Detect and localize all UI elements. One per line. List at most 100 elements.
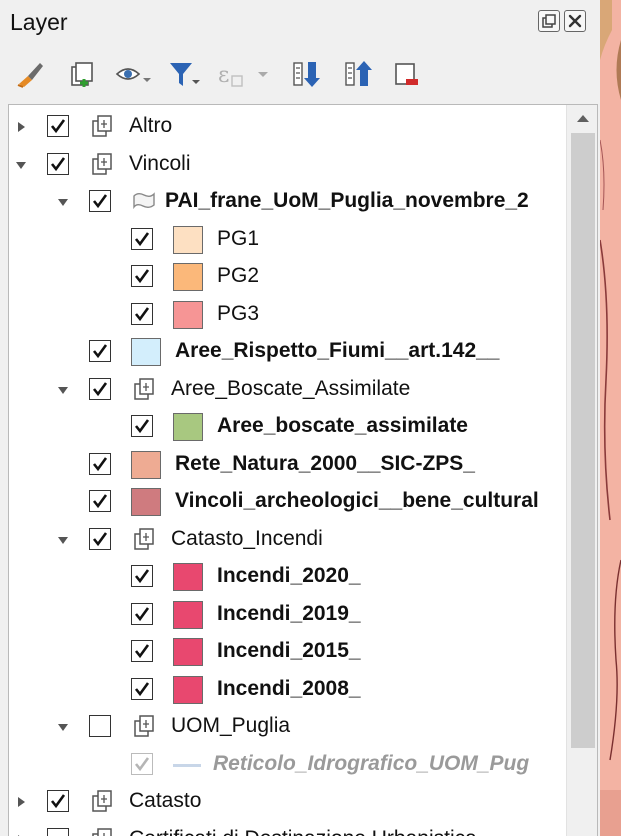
tree-row-incendi-2019[interactable]: Incendi_2019_ <box>9 597 564 633</box>
float-panel-button[interactable] <box>538 10 560 32</box>
tree-row-reticolo-idrografico-uom-pug[interactable]: Reticolo_Idrografico_UOM_Pug <box>9 747 564 783</box>
visibility-checkbox[interactable] <box>47 152 69 175</box>
tree-row-uom-puglia[interactable]: UOM_Puglia <box>9 709 564 745</box>
tree-row-rete-natura-2000-sic-zps[interactable]: Rete_Natura_2000__SIC-ZPS_ <box>9 447 564 483</box>
layer-label: Aree_Boscate_Assimilate <box>171 376 411 400</box>
scrollbar-thumb[interactable] <box>571 133 595 748</box>
visibility-checkbox[interactable] <box>89 190 111 212</box>
layer-label: Vincoli <box>129 151 191 175</box>
tree-row-pg3[interactable]: PG3 <box>9 297 564 333</box>
expanded-arrow-icon[interactable] <box>57 534 69 546</box>
visibility-checkbox[interactable] <box>47 115 69 137</box>
visibility-checkbox[interactable] <box>89 715 111 737</box>
legend-swatch <box>131 338 161 366</box>
group-icon <box>89 788 115 814</box>
legend-swatch <box>173 563 203 591</box>
layer-label: Catasto <box>129 789 202 812</box>
expanded-arrow-icon[interactable] <box>57 721 69 733</box>
filter-icon[interactable] <box>166 58 200 90</box>
tree-row-incendi-2015[interactable]: Incendi_2015_ <box>9 634 564 670</box>
tree-row-incendi-2020[interactable]: Incendi_2020_ <box>9 559 564 595</box>
visibility-eye-icon[interactable] <box>114 58 151 90</box>
tree-row-vincoli[interactable]: Vincoli <box>9 147 564 183</box>
layer-label: Incendi_2020_ <box>217 564 361 587</box>
visibility-checkbox[interactable] <box>131 227 153 250</box>
expand-all-icon[interactable] <box>290 58 322 90</box>
layer-tree[interactable]: Altro Vincoli PAI_frane_UoM_Puglia_novembr… <box>8 104 598 836</box>
map-canvas-edge[interactable] <box>600 0 621 836</box>
group-icon <box>131 526 157 552</box>
tree-row-catasto[interactable]: Catasto <box>9 784 564 820</box>
visibility-checkbox[interactable] <box>131 265 153 287</box>
visibility-checkbox[interactable] <box>131 677 153 700</box>
scroll-up-button[interactable] <box>567 105 597 131</box>
remove-layer-icon[interactable] <box>392 58 424 90</box>
layer-label: PG2 <box>217 264 260 287</box>
group-icon <box>131 376 157 402</box>
layer-label: Certificati di Destinazione Urbanistica <box>129 827 477 836</box>
collapsed-arrow-icon[interactable] <box>15 796 27 808</box>
layer-label: PG1 <box>217 226 260 250</box>
expanded-arrow-icon[interactable] <box>15 159 27 171</box>
tree-row-pg2[interactable]: PG2 <box>9 259 564 295</box>
panel-title-bar: Layer <box>0 0 600 46</box>
layer-label: Aree_Rispetto_Fiumi__art.142__ <box>175 339 500 362</box>
expanded-arrow-icon[interactable] <box>57 384 69 396</box>
layer-label: Aree_boscate_assimilate <box>217 414 468 437</box>
style-brush-icon[interactable] <box>14 58 46 90</box>
layers-toolbar: ε <box>0 46 600 104</box>
visibility-checkbox[interactable] <box>89 377 111 400</box>
close-panel-button[interactable] <box>564 10 586 32</box>
tree-row-aree-boscate-assimilate[interactable]: Aree_Boscate_Assimilate <box>9 372 564 408</box>
group-icon <box>89 151 115 177</box>
layer-label: PG3 <box>217 301 260 325</box>
tree-row-incendi-2008[interactable]: Incendi_2008_ <box>9 672 564 708</box>
collapse-all-icon[interactable] <box>342 58 374 90</box>
visibility-checkbox[interactable] <box>89 452 111 475</box>
legend-swatch <box>173 675 203 704</box>
layers-panel: Layer ε Altro Vincoli PAI_frane_UoM_Pugl… <box>0 0 600 836</box>
layer-label: Reticolo_Idrografico_UOM_Pug <box>213 751 530 775</box>
layer-label: Catasto_Incendi <box>171 526 323 550</box>
tree-row-vincoli-archeologici-bene-cultural[interactable]: Vincoli_archeologici__bene_cultural <box>9 484 564 520</box>
visibility-checkbox[interactable] <box>47 827 69 836</box>
legend-swatch <box>173 263 203 291</box>
legend-swatch <box>173 638 203 666</box>
expanded-arrow-icon[interactable] <box>57 196 69 208</box>
tree-row-altro[interactable]: Altro <box>9 109 564 145</box>
visibility-checkbox[interactable] <box>131 602 153 625</box>
tree-row-pai-frane-uom-puglia-novembre-2[interactable]: PAI_frane_UoM_Puglia_novembre_2 <box>9 184 564 220</box>
add-group-icon[interactable] <box>66 58 98 90</box>
tree-row-catasto-incendi[interactable]: Catasto_Incendi <box>9 522 564 558</box>
tree-row-pg1[interactable]: PG1 <box>9 222 564 258</box>
layer-label: PAI_frane_UoM_Puglia_novembre_2 <box>165 189 529 212</box>
visibility-checkbox[interactable] <box>131 752 153 775</box>
layer-label: Rete_Natura_2000__SIC-ZPS_ <box>175 451 475 475</box>
visibility-checkbox[interactable] <box>131 640 153 662</box>
layer-label: Incendi_2008_ <box>217 676 361 700</box>
tree-scrollbar[interactable] <box>566 105 597 836</box>
visibility-checkbox[interactable] <box>131 565 153 587</box>
layer-label: Altro <box>129 114 173 137</box>
polygon-layer-icon <box>131 188 157 214</box>
group-icon <box>89 113 115 139</box>
expression-filter-icon[interactable]: ε <box>214 58 268 90</box>
visibility-checkbox[interactable] <box>89 527 111 550</box>
tree-row-certificati-di-destinazione-urbanistica[interactable]: Certificati di Destinazione Urbanistica <box>9 822 564 836</box>
layer-label: Incendi_2019_ <box>217 601 361 625</box>
close-icon <box>568 14 582 28</box>
visibility-checkbox[interactable] <box>131 302 153 325</box>
collapsed-arrow-icon[interactable] <box>15 121 27 133</box>
scroll-up-icon <box>577 115 589 122</box>
tree-row-aree-rispetto-fiumi-art-142[interactable]: Aree_Rispetto_Fiumi__art.142__ <box>9 334 564 370</box>
visibility-checkbox[interactable] <box>131 415 153 437</box>
visibility-checkbox[interactable] <box>47 790 69 812</box>
panel-title: Layer <box>10 9 68 35</box>
visibility-checkbox[interactable] <box>89 490 111 512</box>
legend-swatch <box>173 413 203 441</box>
layer-label: Incendi_2015_ <box>217 639 361 662</box>
group-icon <box>89 826 115 836</box>
visibility-checkbox[interactable] <box>89 340 111 362</box>
legend-swatch <box>131 450 161 479</box>
tree-row-aree-boscate-assimilate[interactable]: Aree_boscate_assimilate <box>9 409 564 445</box>
